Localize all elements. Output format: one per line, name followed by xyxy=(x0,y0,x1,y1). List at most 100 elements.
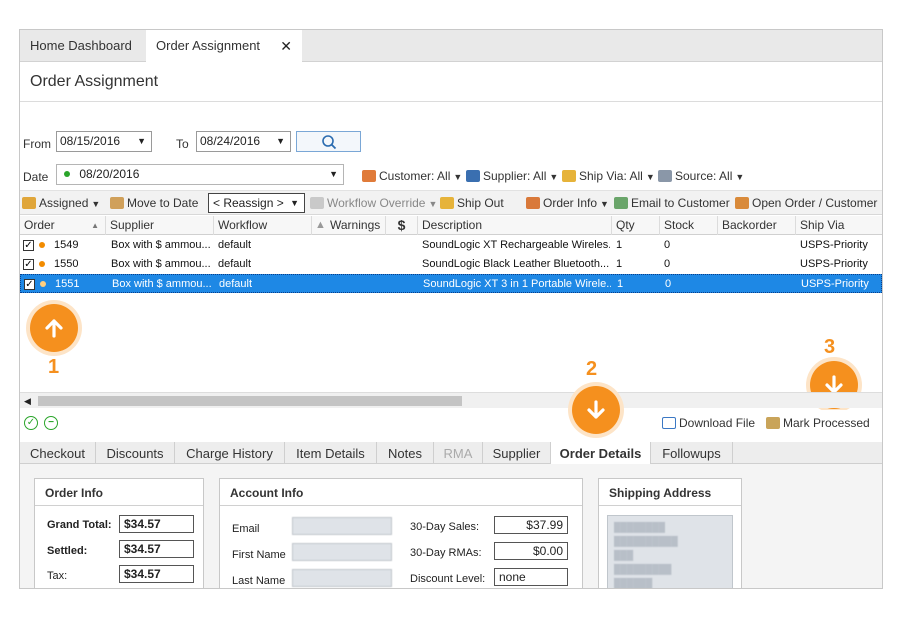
tab-home-dashboard[interactable]: Home Dashboard xyxy=(20,30,144,62)
order-number: 1551 xyxy=(55,278,80,290)
reassign-select[interactable]: < Reassign > ▼ xyxy=(208,193,305,213)
tab-charge-history[interactable]: Charge History xyxy=(175,442,285,466)
account-info-panel: Account Info Email First Name Last Name … xyxy=(219,478,583,588)
discount-field[interactable]: none xyxy=(494,568,568,586)
shipping-address-title: Shipping Address xyxy=(609,486,712,500)
reassign-value: < Reassign > xyxy=(213,196,284,210)
description-cell: SoundLogic Black Leather Bluetooth... xyxy=(422,258,610,270)
column-header-backorder[interactable]: Backorder xyxy=(718,216,796,235)
order-info-button[interactable]: Order Info ▼ xyxy=(526,196,609,210)
tab-item-details[interactable]: Item Details xyxy=(285,442,377,466)
download-file-button[interactable]: Download File xyxy=(662,416,755,430)
move-to-date-button[interactable]: Move to Date xyxy=(110,196,198,210)
supplier-filter[interactable]: Supplier: All ▼ xyxy=(466,169,558,183)
first-name-field-redacted xyxy=(292,543,392,561)
last-name-label: Last Name xyxy=(232,575,286,587)
source-filter[interactable]: Source: All ▼ xyxy=(658,169,744,183)
to-date-picker[interactable]: 08/24/2016 ▼ xyxy=(196,131,291,152)
column-header-warnings[interactable]: ▲ Warnings xyxy=(312,216,386,235)
supplier-cell: Box with $ ammou... xyxy=(111,258,211,270)
stock-cell: 0 xyxy=(665,278,672,290)
calendar-icon xyxy=(110,197,124,209)
tab-supplier[interactable]: Supplier xyxy=(483,442,551,466)
user-icon xyxy=(526,197,540,209)
column-header-order[interactable]: Order ▲ xyxy=(20,216,106,235)
status-dot-icon xyxy=(64,171,70,177)
order-status-dot-icon xyxy=(39,261,45,267)
customer-icon xyxy=(362,170,376,182)
assigned-button[interactable]: Assigned ▼ xyxy=(22,196,100,210)
supplier-cell: Box with $ ammou... xyxy=(111,239,211,251)
sort-asc-icon: ▲ xyxy=(91,221,99,230)
column-header-qty[interactable]: Qty xyxy=(612,216,660,235)
divider xyxy=(220,505,582,506)
description-cell: SoundLogic XT Rechargeable Wireles... xyxy=(422,239,610,251)
customer-filter[interactable]: Customer: All ▼ xyxy=(362,169,462,183)
divider xyxy=(35,505,203,506)
caret-down-icon: ▼ xyxy=(453,172,463,182)
date-value: 08/20/2016 xyxy=(79,167,140,181)
mark-processed-button[interactable]: Mark Processed xyxy=(766,416,870,430)
order-number: 1550 xyxy=(54,258,79,270)
order-info-title: Order Info xyxy=(45,486,104,500)
horizontal-scrollbar[interactable]: ◀ xyxy=(20,392,882,408)
tab-checkout[interactable]: Checkout xyxy=(20,442,96,466)
column-header-description[interactable]: Description xyxy=(418,216,612,235)
from-date-picker[interactable]: 08/15/2016 ▼ xyxy=(56,131,152,152)
tax-field[interactable]: $34.57 xyxy=(119,565,194,583)
workflow-override-button[interactable]: Workflow Override ▼ xyxy=(310,196,437,210)
column-header-price[interactable]: $ xyxy=(386,216,418,235)
grand-total-field[interactable]: $34.57 xyxy=(119,515,194,533)
redacted-line: ██████ xyxy=(614,578,653,588)
divider xyxy=(599,505,741,506)
caret-down-icon: ▼ xyxy=(600,199,609,209)
email-customer-button[interactable]: Email to Customer xyxy=(614,196,730,210)
column-header-workflow[interactable]: Workflow xyxy=(214,216,312,235)
qty-cell: 1 xyxy=(617,278,624,290)
order-info-panel: Order Info Grand Total: $34.57 Settled: … xyxy=(34,478,204,588)
table-row-selected[interactable]: ✓ 1551 Box with $ ammou... default Sound… xyxy=(20,274,882,293)
check-circle-icon[interactable]: ✓ xyxy=(24,416,38,430)
tab-discounts[interactable]: Discounts xyxy=(96,442,175,466)
tab-notes[interactable]: Notes xyxy=(377,442,434,466)
settled-field[interactable]: $34.57 xyxy=(119,540,194,558)
order-assignment-window: Home Dashboard Order Assignment ✕ Order … xyxy=(19,29,883,589)
order-info-label: Order Info xyxy=(543,196,598,210)
caret-down-icon: ▼ xyxy=(290,198,299,208)
tab-followups[interactable]: Followups xyxy=(651,442,733,466)
column-header-stock[interactable]: Stock xyxy=(660,216,718,235)
customer-filter-label: Customer: All xyxy=(379,169,451,183)
redacted-line: ██████████ xyxy=(614,536,678,546)
email-customer-label: Email to Customer xyxy=(631,196,730,210)
row-checkbox[interactable]: ✓ xyxy=(24,279,35,290)
ship-via-filter[interactable]: Ship Via: All ▼ xyxy=(562,169,655,183)
order-status-dot-icon xyxy=(40,281,46,287)
scroll-left-icon[interactable]: ◀ xyxy=(24,393,31,409)
box-icon xyxy=(562,170,576,182)
search-button[interactable] xyxy=(296,131,361,152)
tab-order-assignment[interactable]: Order Assignment ✕ xyxy=(146,30,302,63)
minus-circle-icon[interactable]: − xyxy=(44,416,58,430)
rmas-field[interactable]: $0.00 xyxy=(494,542,568,560)
column-header-ship-via[interactable]: Ship Via xyxy=(796,216,882,235)
scrollbar-thumb[interactable] xyxy=(38,396,462,406)
table-row[interactable]: ✓ 1550 Box with $ ammou... default Sound… xyxy=(20,255,882,274)
close-icon[interactable]: ✕ xyxy=(280,30,292,62)
row-checkbox[interactable]: ✓ xyxy=(23,240,34,251)
ship-out-label: Ship Out xyxy=(457,196,504,210)
from-date-value: 08/15/2016 xyxy=(60,134,121,148)
grid-header: Order ▲ Supplier Workflow ▲ Warnings $ D… xyxy=(20,216,882,235)
ship-via-cell: USPS-Priority xyxy=(800,258,868,270)
search-icon xyxy=(322,135,337,150)
callout-number: 3 xyxy=(824,336,836,358)
table-row[interactable]: ✓ 1549 Box with $ ammou... default Sound… xyxy=(20,236,882,255)
callout-arrow-down-icon xyxy=(572,386,620,434)
column-header-supplier[interactable]: Supplier xyxy=(106,216,214,235)
top-tab-bar: Home Dashboard Order Assignment ✕ xyxy=(20,30,882,63)
ship-out-button[interactable]: Ship Out xyxy=(440,196,504,210)
sales-field[interactable]: $37.99 xyxy=(494,516,568,534)
row-checkbox[interactable]: ✓ xyxy=(23,259,34,270)
open-order-button[interactable]: Open Order / Customer xyxy=(735,196,877,210)
description-cell: SoundLogic XT 3 in 1 Portable Wirele... xyxy=(423,278,611,290)
date-picker[interactable]: 08/20/2016 ▼ xyxy=(56,164,344,185)
